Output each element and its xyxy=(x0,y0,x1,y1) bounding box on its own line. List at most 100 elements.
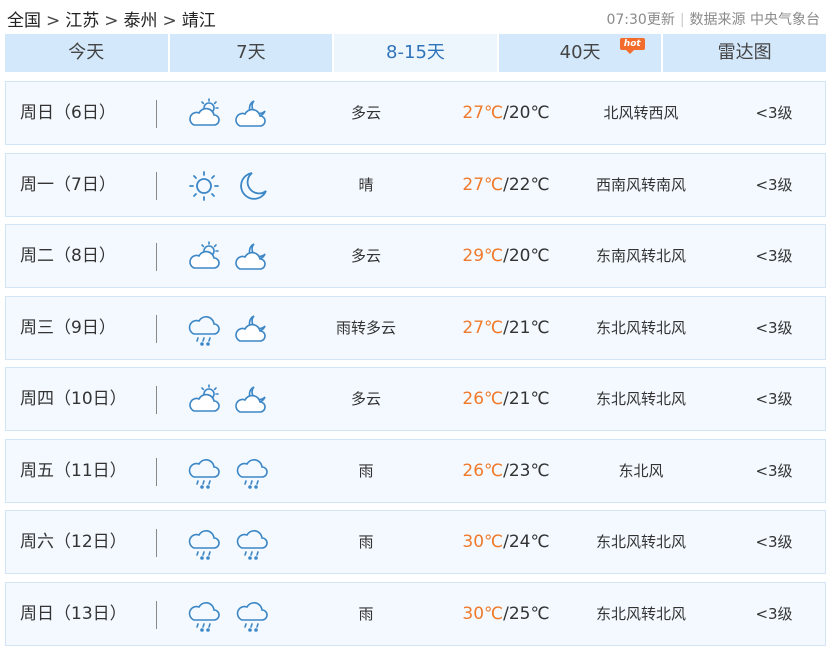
breadcrumb-separator: > xyxy=(104,11,119,31)
divider xyxy=(156,314,157,343)
temperature: 26℃/21℃ xyxy=(451,368,561,430)
weather-text: 雨 xyxy=(358,604,374,623)
tab-7-days[interactable]: 7天 xyxy=(169,34,335,72)
forecast-row: 周五（11日） 雨 26℃/23℃ 东北风 <3级 xyxy=(5,438,826,503)
rain-icon xyxy=(236,601,268,632)
high-temp: 27℃ xyxy=(462,317,504,338)
forecast-day: 周三（9日） xyxy=(20,317,116,338)
forecast-row: 周四（10日） 多云 26℃/21℃ 东北风转北风 <3级 xyxy=(5,367,826,431)
wind-level: <3级 xyxy=(755,247,793,265)
forecast-row: 周二（8日） 多云 29℃/20℃ 东南风转北风 <3级 xyxy=(5,224,826,288)
weather-text: 晴 xyxy=(358,175,374,194)
wind-direction: 东南风转北风 xyxy=(595,247,686,265)
weather-icons xyxy=(186,598,270,632)
partly-cloudy-night-icon xyxy=(235,100,266,127)
forecast-day: 周五（11日） xyxy=(20,460,127,481)
high-temp: 26℃ xyxy=(462,460,504,481)
partly-cloudy-day-icon xyxy=(189,98,220,126)
data-source: 数据来源 中央气象台 xyxy=(689,12,820,28)
wind-level: <3级 xyxy=(755,390,793,408)
rain-icon xyxy=(188,601,220,632)
weather-icons xyxy=(186,526,270,560)
wind-direction: 东北风转北风 xyxy=(595,318,686,337)
low-temp: /21℃ xyxy=(503,389,550,409)
forecast-tabs: 今天 7天 8-15天 40天 hot 雷达图 xyxy=(5,34,826,72)
forecast-row: 周日（6日） 多云 27℃/20℃ 北风转西风 <3级 xyxy=(5,81,826,145)
wind-direction: 东北风转北风 xyxy=(595,390,686,408)
breadcrumb: 全国 > 江苏 > 泰州 > 靖江 xyxy=(7,6,216,31)
divider xyxy=(156,529,157,557)
forecast-row: 周日（13日） 雨 30℃/25℃ 东北风转北风 <3级 xyxy=(5,581,826,646)
rain-icon xyxy=(236,458,268,489)
rain-icon xyxy=(188,458,220,489)
weather-text: 多云 xyxy=(350,390,381,408)
tab-8-15-days[interactable]: 8-15天 xyxy=(334,34,499,72)
temperature: 27℃/21℃ xyxy=(451,297,561,359)
tab-today[interactable]: 今天 xyxy=(5,34,170,72)
forecast-row: 周一（7日） 晴 27℃/22℃ 西南风转南风 <3级 xyxy=(5,152,826,217)
forecast-list: 周日（6日） 多云 27℃/20℃ 北风转西风 <3级 周一（7日）晴 27℃/22℃ 西南风… xyxy=(5,81,826,653)
low-temp: /23℃ xyxy=(503,460,550,481)
low-temp: /20℃ xyxy=(503,103,550,123)
low-temp: /25℃ xyxy=(503,603,550,624)
wind-level: <3级 xyxy=(755,104,793,122)
wind-level: <3级 xyxy=(755,461,793,480)
breadcrumb-item-province[interactable]: 江苏 xyxy=(65,11,99,31)
weather-icons xyxy=(186,312,270,346)
hot-badge: hot xyxy=(619,38,645,54)
forecast-day: 周日（13日） xyxy=(20,603,127,624)
update-time: 07:30更新 xyxy=(606,12,675,28)
wind-direction: 东北风转北风 xyxy=(595,533,686,551)
high-temp: 29℃ xyxy=(462,246,504,266)
low-temp: /24℃ xyxy=(503,532,550,552)
breadcrumb-separator: > xyxy=(46,11,61,31)
weather-text: 雨转多云 xyxy=(335,318,396,337)
forecast-day: 周四（10日） xyxy=(20,389,127,409)
temperature: 30℃/24℃ xyxy=(451,511,561,573)
tab-radar[interactable]: 雷达图 xyxy=(663,34,826,72)
forecast-day: 周二（8日） xyxy=(20,246,116,266)
update-info: 07:30更新 | 数据来源 中央气象台 xyxy=(606,9,820,29)
high-temp: 26℃ xyxy=(462,389,504,409)
partly-cloudy-day-icon xyxy=(189,241,220,269)
forecast-row: 周三（9日） 雨转多云 27℃/21℃ 东北风转北风 <3级 xyxy=(5,295,826,360)
divider: | xyxy=(679,12,685,28)
weather-icons xyxy=(186,240,270,274)
high-temp: 30℃ xyxy=(462,603,504,624)
wind-direction: 西南风转南风 xyxy=(595,175,686,194)
temperature: 27℃/22℃ xyxy=(451,154,561,216)
rain-icon xyxy=(236,529,268,560)
rain-icon xyxy=(188,529,220,560)
weather-icons xyxy=(186,383,270,417)
forecast-day: 周日（6日） xyxy=(20,103,116,123)
low-temp: /20℃ xyxy=(503,246,550,266)
low-temp: /21℃ xyxy=(503,317,550,338)
breadcrumb-item-national[interactable]: 全国 xyxy=(7,11,41,31)
wind-direction: 东北风转北风 xyxy=(595,604,686,623)
top-bar: 全国 > 江苏 > 泰州 > 靖江 07:30更新 | 数据来源 中央气象台 xyxy=(0,0,828,34)
weather-icons xyxy=(186,455,270,489)
temperature: 26℃/23℃ xyxy=(451,440,561,502)
breadcrumb-item-city[interactable]: 泰州 xyxy=(124,11,158,31)
wind-direction: 北风转西风 xyxy=(603,104,679,122)
divider xyxy=(156,171,157,200)
rain-icon xyxy=(188,315,220,346)
breadcrumb-separator: > xyxy=(162,11,177,31)
weather-text: 多云 xyxy=(350,247,381,265)
divider xyxy=(156,600,157,629)
weather-text: 雨 xyxy=(358,461,374,480)
divider xyxy=(156,100,157,128)
sunny-icon xyxy=(189,170,219,201)
partly-cloudy-night-icon xyxy=(235,386,266,413)
divider xyxy=(156,243,157,271)
moon-icon xyxy=(240,171,267,200)
wind-level: <3级 xyxy=(755,318,793,337)
divider xyxy=(156,457,157,486)
weather-text: 雨 xyxy=(358,533,374,551)
breadcrumb-item-county[interactable]: 靖江 xyxy=(182,11,216,31)
forecast-row: 周六（12日） 雨 30℃/24℃ 东北风转北风 <3级 xyxy=(5,510,826,574)
tab-40-days[interactable]: 40天 hot xyxy=(498,34,664,72)
high-temp: 27℃ xyxy=(462,174,504,195)
forecast-day: 周六（12日） xyxy=(20,532,127,552)
low-temp: /22℃ xyxy=(503,174,550,195)
